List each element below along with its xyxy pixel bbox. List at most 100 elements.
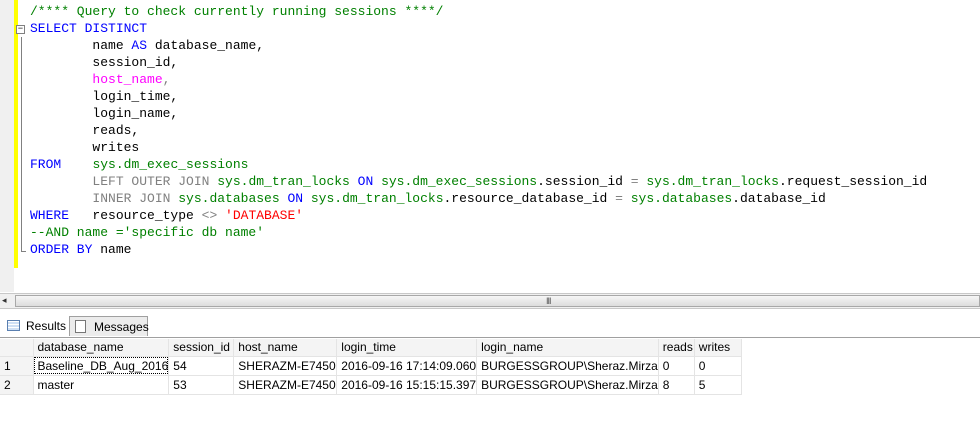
fold-guide-line bbox=[21, 37, 22, 252]
editor-gutter bbox=[0, 0, 14, 292]
code-token: SELECT DISTINCT bbox=[30, 21, 148, 36]
tab-label: Messages bbox=[94, 320, 149, 334]
code-token: AS bbox=[131, 38, 148, 53]
table-row[interactable]: 1 Baseline_DB_Aug_2016 54 SHERAZM-E7450 2016… bbox=[0, 356, 742, 376]
cell-session-id[interactable]: 53 bbox=[168, 375, 235, 395]
row-number[interactable]: 2 bbox=[0, 375, 34, 395]
code-token: login_name, bbox=[30, 106, 179, 121]
column-header-login-time[interactable]: login_time bbox=[336, 339, 478, 357]
code-line: WHERE resource_type <> 'DATABASE' bbox=[30, 207, 927, 224]
code-token: = bbox=[615, 191, 623, 206]
code-token: .session_id bbox=[537, 174, 631, 189]
code-token: FROM bbox=[30, 157, 62, 172]
code-line: session_id, bbox=[30, 54, 927, 71]
code-line: --AND name ='specific db name' bbox=[30, 224, 927, 241]
row-header-corner bbox=[0, 339, 34, 357]
code-token: = bbox=[630, 174, 639, 189]
column-header-writes[interactable]: writes bbox=[694, 339, 742, 357]
code-token: .database_id bbox=[732, 191, 826, 206]
grid-header-row: database_name session_id host_name login… bbox=[0, 339, 742, 357]
code-line: login_name, bbox=[30, 105, 927, 122]
column-header-session-id[interactable]: session_id bbox=[168, 339, 235, 357]
code-line: login_time, bbox=[30, 88, 927, 105]
code-line: ORDER BY name bbox=[30, 241, 927, 258]
code-token: .request_session_id bbox=[778, 174, 928, 189]
column-header-login-name[interactable]: login_name bbox=[476, 339, 659, 357]
cell-login-name[interactable]: BURGESSGROUP\Sheraz.Mirza bbox=[476, 375, 659, 395]
code-line: writes bbox=[30, 139, 927, 156]
cell-login-time[interactable]: 2016-09-16 15:15:15.397 bbox=[336, 375, 478, 395]
code-token: ON bbox=[279, 191, 311, 206]
table-row[interactable]: 2 master 53 SHERAZM-E7450 2016-09-16 15:15:1… bbox=[0, 375, 742, 395]
row-number[interactable]: 1 bbox=[0, 356, 34, 376]
code-token: writes bbox=[30, 140, 140, 155]
code-token: name bbox=[30, 38, 132, 53]
collapse-minus-icon[interactable]: − bbox=[16, 25, 25, 34]
scrollbar-grip-icon: III bbox=[546, 296, 551, 306]
fold-guide-end bbox=[21, 251, 26, 252]
code-line: host_name, bbox=[30, 71, 927, 88]
cell-reads[interactable]: 8 bbox=[658, 375, 695, 395]
code-token: 'DATABASE' bbox=[217, 208, 304, 223]
code-token: WHERE bbox=[30, 208, 70, 223]
column-header-host-name[interactable]: host_name bbox=[233, 339, 338, 357]
code-line: /**** Query to check currently running s… bbox=[30, 3, 927, 20]
code-token: ORDER BY bbox=[30, 242, 93, 257]
cell-database-name[interactable]: Baseline_DB_Aug_2016 bbox=[33, 356, 170, 376]
code-token: sys.dm_tran_locks bbox=[638, 174, 779, 189]
code-token: database_name, bbox=[147, 38, 265, 53]
cell-reads[interactable]: 0 bbox=[658, 356, 695, 376]
cell-host-name[interactable]: SHERAZM-E7450 bbox=[233, 356, 338, 376]
cell-writes[interactable]: 5 bbox=[694, 375, 742, 395]
code-token: ON bbox=[349, 174, 382, 189]
code-token: host_name bbox=[92, 72, 163, 87]
results-tabs: Results Messages bbox=[0, 312, 980, 338]
cell-writes[interactable]: 0 bbox=[694, 356, 742, 376]
code-token: sys.databases bbox=[178, 191, 280, 206]
scrollbar-thumb[interactable]: III bbox=[15, 295, 980, 307]
code-token: INNER JOIN bbox=[30, 191, 179, 206]
code-token: session_id, bbox=[30, 55, 179, 70]
scroll-left-arrow-icon[interactable]: ◂ bbox=[2, 295, 7, 306]
tab-label: Results bbox=[26, 319, 67, 333]
code-token: sys.dm_exec_sessions bbox=[92, 157, 249, 172]
code-line: FROM sys.dm_exec_sessions bbox=[30, 156, 927, 173]
code-token: , bbox=[162, 72, 171, 87]
code-token: sys.dm_tran_locks bbox=[310, 191, 444, 206]
code-line: SELECT DISTINCT bbox=[30, 20, 927, 37]
messages-icon bbox=[75, 320, 86, 333]
code-line: reads, bbox=[30, 122, 927, 139]
code-token: .resource_database_id bbox=[443, 191, 616, 206]
cell-database-name[interactable]: master bbox=[33, 375, 170, 395]
cell-login-name[interactable]: BURGESSGROUP\Sheraz.Mirza bbox=[476, 356, 659, 376]
column-header-reads[interactable]: reads bbox=[658, 339, 695, 357]
column-header-database-name[interactable]: database_name bbox=[33, 339, 170, 357]
code-token: resource_type bbox=[69, 208, 202, 223]
cell-session-id[interactable]: 54 bbox=[168, 356, 235, 376]
code-token: sys.dm_tran_locks bbox=[217, 174, 350, 189]
sql-code[interactable]: /**** Query to check currently running s… bbox=[30, 3, 927, 258]
tab-messages[interactable]: Messages bbox=[69, 316, 149, 336]
change-tracking-bar bbox=[14, 0, 18, 268]
results-grid[interactable]: database_name session_id host_name login… bbox=[0, 339, 742, 395]
code-token: /**** Query to check currently running s… bbox=[30, 4, 444, 19]
code-token: reads, bbox=[30, 123, 140, 138]
horizontal-scrollbar[interactable]: ◂ III bbox=[0, 293, 980, 309]
cell-login-time[interactable]: 2016-09-16 17:14:09.060 bbox=[336, 356, 478, 376]
code-token: sys.databases bbox=[622, 191, 733, 206]
code-token: sys.dm_exec_sessions bbox=[381, 174, 538, 189]
code-token: <> bbox=[201, 208, 218, 223]
code-token: login_time, bbox=[30, 89, 179, 104]
query-editor[interactable]: − /**** Query to check currently running… bbox=[0, 0, 980, 292]
grid-icon bbox=[7, 320, 20, 331]
tab-results[interactable]: Results bbox=[2, 316, 68, 336]
code-token: LEFT OUTER JOIN bbox=[30, 174, 218, 189]
code-line: INNER JOIN sys.databases ON sys.dm_tran_… bbox=[30, 190, 927, 207]
code-token: name bbox=[92, 242, 132, 257]
code-line: LEFT OUTER JOIN sys.dm_tran_locks ON sys… bbox=[30, 173, 927, 190]
code-line: name AS database_name, bbox=[30, 37, 927, 54]
code-token: --AND name ='specific db name' bbox=[30, 225, 265, 240]
cell-host-name[interactable]: SHERAZM-E7450 bbox=[233, 375, 338, 395]
